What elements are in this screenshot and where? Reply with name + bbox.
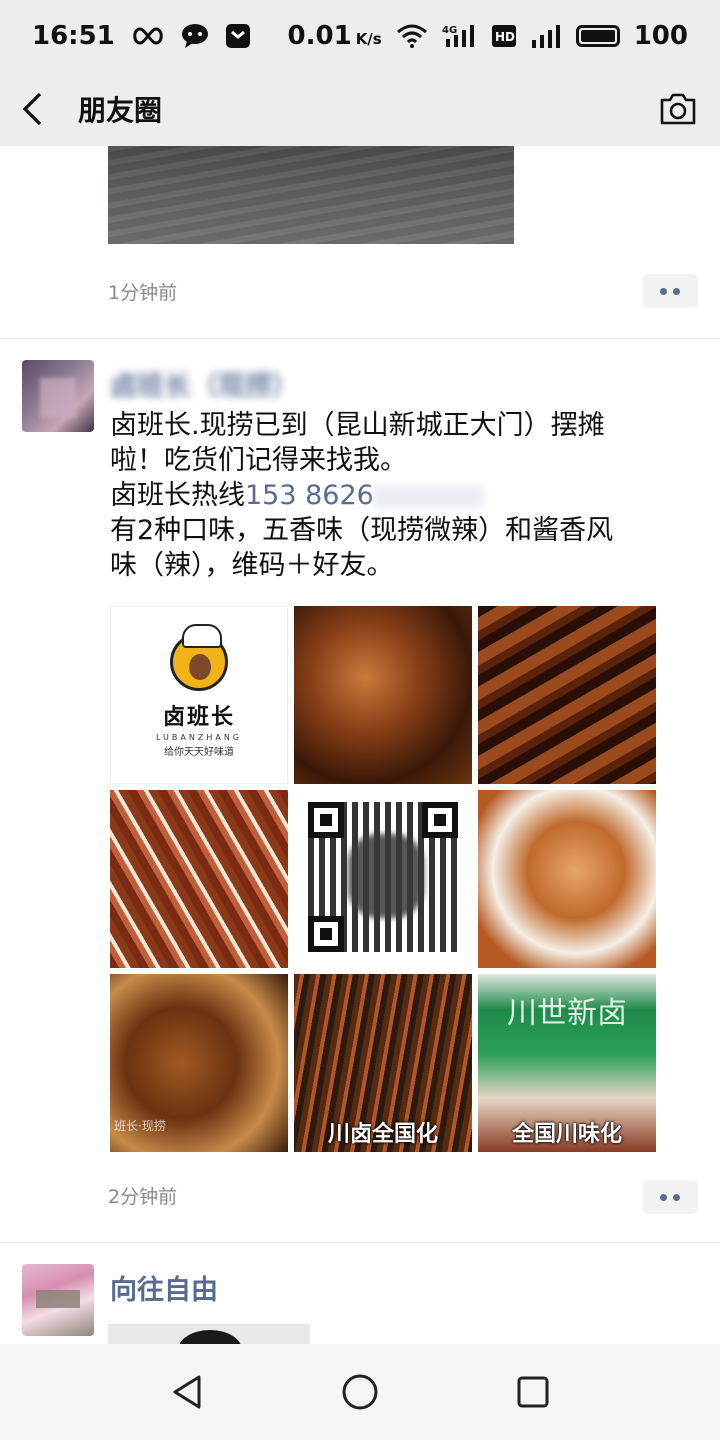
- chef-logo-icon: [170, 623, 228, 691]
- shield-message-icon: [225, 23, 251, 49]
- phone-link[interactable]: 153 8626: [245, 480, 374, 511]
- qr-finder: [308, 916, 344, 952]
- nav-recent-square-icon[interactable]: [513, 1372, 553, 1412]
- post-image[interactable]: 川世新卤 全国川味化: [478, 974, 656, 1152]
- network-speed: 0.01 K/s: [287, 21, 382, 51]
- qr-finder: [308, 802, 344, 838]
- top-nav-bar: 朋友圈: [0, 72, 720, 146]
- image-caption: 川卤全国化: [327, 1122, 438, 1147]
- battery-level: 100: [633, 21, 688, 51]
- post-image[interactable]: [294, 606, 472, 784]
- post-image-logo[interactable]: 卤班长 LUBANZHANG 给你天天好味道: [110, 606, 288, 784]
- post-image[interactable]: [478, 606, 656, 784]
- post-image-grid: 卤班长 LUBANZHANG 给你天天好味道 班长·现捞 川卤全国化 川世新卤 …: [110, 606, 656, 1152]
- image-watermark: 川世新卤: [507, 996, 627, 1031]
- logo-brand-name: 卤班长: [162, 704, 235, 730]
- signal-4g-icon: 4G: [442, 23, 478, 49]
- nav-home-circle-icon[interactable]: [340, 1372, 380, 1412]
- post-image[interactable]: [108, 1324, 310, 1344]
- chat-bubble-icon: [181, 23, 209, 49]
- post-nickname[interactable]: 向往自由: [110, 1268, 218, 1307]
- post-text-line: 有2种口味，五香味（现捞微辣）和酱香风: [110, 515, 614, 546]
- redacted-avatar: [348, 834, 424, 918]
- post-text-line: 味（辣），维码＋好友。: [110, 550, 394, 581]
- back-icon[interactable]: [20, 87, 60, 131]
- infinity-icon: [131, 26, 165, 46]
- page-title: 朋友圈: [78, 94, 163, 127]
- post-image[interactable]: [478, 790, 656, 968]
- post-time: 1分钟前: [108, 282, 178, 304]
- system-navigation-bar: [0, 1344, 720, 1440]
- post-text-line: 卤班长.现捞已到（昆山新城正大门）摆摊: [110, 410, 605, 441]
- nav-back-triangle-icon[interactable]: [167, 1372, 207, 1412]
- post-divider: [0, 1242, 720, 1243]
- post-text: 卤班长.现捞已到（昆山新城正大门）摆摊 啦！吃货们记得来找我。 卤班长热线153…: [110, 408, 690, 583]
- post-image[interactable]: 班长·现捞: [110, 974, 288, 1152]
- svg-text:4G: 4G: [442, 25, 457, 36]
- camera-icon[interactable]: [656, 89, 700, 129]
- battery-icon: [575, 25, 620, 47]
- logo-slogan: 给你天天好味道: [164, 746, 234, 758]
- post-nickname[interactable]: 卤班长（现捞）: [110, 364, 299, 403]
- post-image-qr[interactable]: [294, 790, 472, 968]
- post-image[interactable]: 川卤全国化: [294, 974, 472, 1152]
- post-more-button[interactable]: [642, 274, 698, 308]
- signal-icon: [530, 24, 562, 48]
- status-bar: 16:51 0.01 K/s 4G HD 100: [0, 0, 720, 72]
- avatar[interactable]: [22, 1264, 94, 1336]
- svg-text:HD: HD: [495, 30, 515, 44]
- logo-pinyin: LUBANZHANG: [155, 732, 242, 742]
- wifi-icon: [396, 24, 428, 48]
- post-image[interactable]: [110, 790, 288, 968]
- post-divider: [0, 338, 720, 339]
- avatar[interactable]: [22, 360, 94, 432]
- moments-feed[interactable]: 1分钟前 卤班长（现捞） 卤班长.现捞已到（昆山新城正大门）摆摊 啦！吃货们记得…: [0, 146, 720, 1344]
- post-more-button[interactable]: [642, 1180, 698, 1214]
- status-time: 16:51: [32, 21, 115, 51]
- post-text-line: 啦！吃货们记得来找我。: [110, 445, 407, 476]
- post-time: 2分钟前: [108, 1186, 178, 1208]
- hd-icon: HD: [491, 23, 516, 49]
- qr-finder: [422, 802, 458, 838]
- image-caption: 全国川味化: [511, 1122, 622, 1147]
- post-text-line: 卤班长热线153 8626: [110, 478, 690, 513]
- redacted-phone: [373, 484, 484, 509]
- post-image[interactable]: [108, 146, 514, 244]
- image-caption: 班长·现捞: [114, 1119, 166, 1133]
